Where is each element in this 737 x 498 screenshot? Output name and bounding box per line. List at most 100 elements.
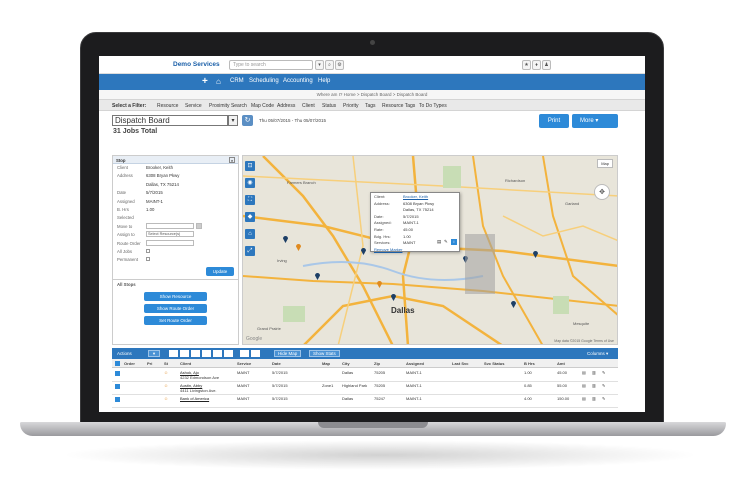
- zoom-extent-icon[interactable]: ⊡: [245, 161, 255, 171]
- table-row[interactable]: ☺ Ashok, Ajo 4232 Edmondson Ave MAINT 5/…: [112, 369, 618, 382]
- page-next-button[interactable]: [251, 350, 260, 357]
- select-all-checkbox[interactable]: [115, 361, 120, 366]
- map-pin[interactable]: [391, 294, 396, 301]
- nav-accounting[interactable]: Accounting: [283, 78, 313, 84]
- filter-tags[interactable]: Tags: [365, 103, 376, 109]
- columns-menu[interactable]: Columns ▾: [587, 351, 608, 357]
- nav-scheduling[interactable]: Scheduling: [249, 78, 279, 84]
- print-icon[interactable]: ▤: [582, 370, 586, 375]
- print-icon[interactable]: ▤: [582, 383, 586, 388]
- map-view[interactable]: ⊡ ◉ ⛶ ◆ ⌂ ⤢ Map ✥ Farmers Branch Richard…: [242, 155, 618, 345]
- print-button[interactable]: Print: [539, 114, 569, 128]
- col-svc-status[interactable]: Svc Status: [484, 361, 504, 366]
- nav-crm[interactable]: CRM: [230, 78, 244, 84]
- map-pin[interactable]: [511, 301, 516, 308]
- fullscreen-icon[interactable]: ⤢: [245, 246, 255, 256]
- home-icon[interactable]: ⌂: [216, 77, 221, 86]
- col-last-svc[interactable]: Last Svc: [452, 361, 468, 366]
- board-select[interactable]: Dispatch Board: [112, 115, 228, 126]
- close-icon[interactable]: ×: [229, 157, 235, 163]
- col-client[interactable]: Client: [180, 361, 191, 366]
- bell-icon[interactable]: ♦: [532, 60, 541, 70]
- map-pin[interactable]: [315, 273, 320, 280]
- update-button[interactable]: Update: [206, 266, 234, 276]
- calendar-icon[interactable]: [196, 222, 202, 229]
- edit-icon[interactable]: ✎: [602, 370, 605, 375]
- user-icon[interactable]: ♟: [542, 60, 551, 70]
- filter-address[interactable]: Address: [277, 103, 295, 109]
- col-date[interactable]: Date: [272, 361, 281, 366]
- page-1-button[interactable]: [180, 350, 189, 357]
- more-button[interactable]: More ▾: [572, 114, 618, 128]
- copy-icon[interactable]: ▥: [592, 383, 596, 388]
- col-st[interactable]: St: [164, 361, 168, 366]
- add-icon[interactable]: +: [202, 76, 208, 87]
- filter-resource-tags[interactable]: Resource Tags: [382, 103, 415, 109]
- edit-icon[interactable]: ✎: [444, 239, 448, 245]
- col-map[interactable]: Map: [322, 361, 330, 366]
- edit-icon[interactable]: ✎: [602, 383, 605, 388]
- permanent-checkbox[interactable]: [146, 257, 150, 262]
- assign-to-select[interactable]: Select Resource(s): [146, 231, 194, 238]
- show-route-order-button[interactable]: Show Route Order: [144, 303, 207, 313]
- filter-status[interactable]: Status: [322, 103, 336, 109]
- row-checkbox[interactable]: [115, 384, 120, 389]
- refresh-icon[interactable]: ↻: [242, 115, 253, 126]
- filter-client[interactable]: Client: [302, 103, 315, 109]
- route-order-input[interactable]: [146, 239, 194, 246]
- row-client[interactable]: Bank of America: [180, 396, 209, 401]
- settings-icon[interactable]: ⚙: [335, 60, 344, 70]
- filter-proximity[interactable]: Proximity Search: [209, 103, 247, 109]
- show-resource-button[interactable]: Show Resource: [144, 291, 207, 301]
- map-pin[interactable]: [283, 236, 288, 243]
- page-2-button[interactable]: [191, 350, 200, 357]
- filter-service[interactable]: Service: [185, 103, 202, 109]
- select-area-icon[interactable]: ⛶: [245, 195, 255, 205]
- all-jobs-checkbox[interactable]: [146, 248, 150, 253]
- map-pin[interactable]: [533, 251, 538, 258]
- edit-icon[interactable]: ✎: [602, 396, 605, 401]
- search-dropdown-icon[interactable]: ▾: [315, 60, 324, 70]
- table-row[interactable]: ☺ Austin, Abby 4411 Livingston Ave. MAIN…: [112, 382, 618, 395]
- row-checkbox[interactable]: [115, 371, 120, 376]
- chevron-down-icon[interactable]: ▾: [228, 115, 238, 126]
- table-row[interactable]: ☺ Bank of America MAINT 5/7/2015 Dallas …: [112, 395, 618, 408]
- page-4-button[interactable]: [213, 350, 222, 357]
- filter-priority[interactable]: Priority: [343, 103, 359, 109]
- set-route-order-button[interactable]: Set Route Order: [144, 315, 207, 325]
- page-prev-button[interactable]: [240, 350, 249, 357]
- popup-client-link[interactable]: Brooker, Keith: [403, 194, 428, 199]
- col-assigned[interactable]: Assigned: [406, 361, 424, 366]
- actions-dropdown-icon[interactable]: ▾: [148, 350, 160, 357]
- map-pin[interactable]: [377, 281, 382, 288]
- map-zoom-control[interactable]: ✥: [594, 184, 610, 200]
- nav-help[interactable]: Help: [318, 78, 330, 84]
- col-b-hrs[interactable]: B Hrs: [524, 361, 535, 366]
- home-map-icon[interactable]: ⌂: [245, 229, 255, 239]
- show-stats-button[interactable]: Show Stats: [309, 350, 340, 357]
- brand-name[interactable]: Demo Services: [173, 61, 220, 68]
- date-range[interactable]: Thu 05/07/2015 - Thu 05/07/2015: [259, 118, 326, 123]
- map-pin[interactable]: [296, 244, 301, 251]
- star-icon[interactable]: ★: [522, 60, 531, 70]
- row-checkbox[interactable]: [115, 397, 120, 402]
- copy-icon[interactable]: ▥: [592, 396, 596, 401]
- move-to-input[interactable]: [146, 222, 194, 229]
- page-first-button[interactable]: [169, 350, 178, 357]
- page-5-button[interactable]: [224, 350, 233, 357]
- marker-icon[interactable]: ◉: [245, 178, 255, 188]
- actions-menu[interactable]: Actions: [117, 351, 132, 356]
- filter-todo-types[interactable]: To Do Types: [419, 103, 447, 109]
- search-input[interactable]: Type to search: [229, 60, 313, 70]
- map-pin[interactable]: [361, 248, 366, 255]
- col-pri[interactable]: Pri: [147, 361, 152, 366]
- col-amt[interactable]: Amt: [557, 361, 565, 366]
- col-city[interactable]: City: [342, 361, 350, 366]
- copy-icon[interactable]: ▥: [592, 370, 596, 375]
- filter-resource[interactable]: Resource: [157, 103, 178, 109]
- page-3-button[interactable]: [202, 350, 211, 357]
- filter-map-code[interactable]: Map Code: [251, 103, 274, 109]
- col-service[interactable]: Service: [237, 361, 251, 366]
- col-order[interactable]: Order: [124, 361, 135, 366]
- print-icon[interactable]: ▤: [437, 239, 441, 245]
